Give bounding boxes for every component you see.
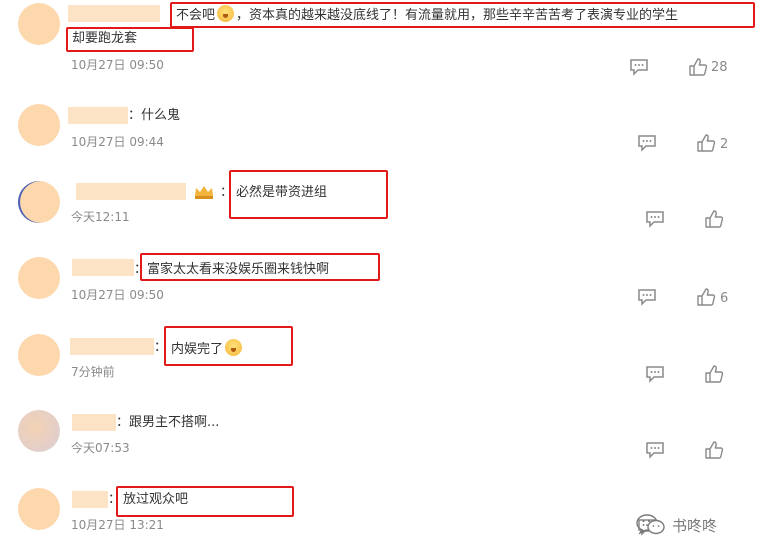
avatar[interactable]	[18, 334, 60, 376]
highlight-box	[66, 27, 194, 52]
comment-time: 10月27日 09:44	[71, 135, 164, 149]
comment-time: 10月27日 09:50	[71, 58, 164, 72]
thumbs-up-icon[interactable]	[704, 441, 724, 459]
thumbs-up-icon[interactable]	[688, 58, 708, 76]
highlight-box	[140, 253, 380, 281]
crown-badge-icon	[195, 186, 213, 199]
comment-bubble-icon[interactable]	[637, 288, 657, 306]
comment-time: 10月27日 09:50	[71, 288, 164, 302]
highlight-box	[170, 2, 755, 28]
avatar[interactable]	[18, 104, 60, 146]
highlight-box	[116, 486, 294, 517]
like-count: 6	[720, 291, 729, 306]
avatar[interactable]	[18, 257, 60, 299]
username-masked[interactable]	[72, 259, 134, 276]
like-count: 2	[720, 137, 729, 152]
username-masked[interactable]	[76, 183, 186, 200]
comment-bubble-icon[interactable]	[629, 58, 649, 76]
like-count: 28	[711, 60, 728, 75]
username-masked[interactable]	[68, 5, 160, 22]
thumbs-up-icon[interactable]	[696, 288, 716, 306]
username-masked[interactable]	[72, 414, 116, 431]
comment-time: 今天07:53	[71, 441, 130, 455]
comment-bubble-icon[interactable]	[637, 134, 657, 152]
comment-bubble-icon[interactable]	[645, 365, 665, 383]
watermark-text: 书咚咚	[672, 516, 718, 535]
highlight-box	[164, 326, 293, 366]
comment-time: 今天12:11	[71, 210, 130, 224]
avatar[interactable]	[18, 410, 60, 452]
avatar[interactable]	[18, 3, 60, 45]
wechat-icon	[636, 514, 665, 535]
comment-time: 10月27日 13:21	[71, 518, 164, 532]
username-masked[interactable]	[70, 338, 154, 355]
avatar[interactable]	[18, 181, 60, 223]
thumbs-up-icon[interactable]	[704, 210, 724, 228]
username-masked[interactable]	[68, 107, 128, 124]
comment-time: 7分钟前	[71, 365, 115, 379]
username-masked[interactable]	[72, 491, 108, 508]
highlight-box	[229, 170, 388, 219]
comment-bubble-icon[interactable]	[645, 210, 665, 228]
avatar[interactable]	[18, 488, 60, 530]
comment-bubble-icon[interactable]	[645, 441, 665, 459]
watermark: 书咚咚	[636, 510, 717, 540]
thumbs-up-icon[interactable]	[696, 134, 716, 152]
thumbs-up-icon[interactable]	[704, 365, 724, 383]
comment-text: ：什么鬼	[128, 108, 181, 123]
comment-text: ：跟男主不搭啊...	[116, 415, 220, 430]
